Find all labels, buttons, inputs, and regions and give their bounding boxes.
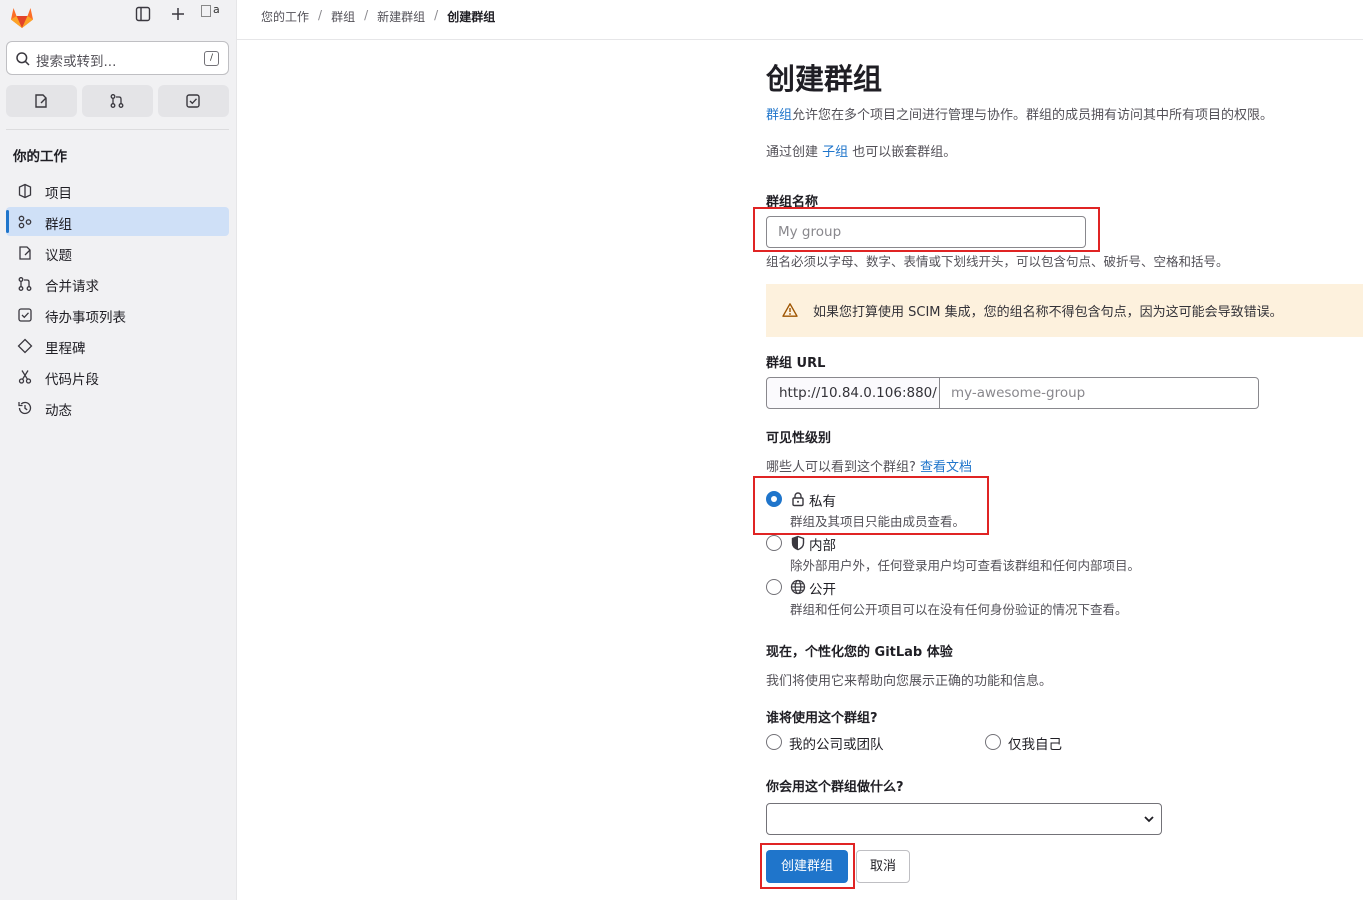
issues-icon	[35, 94, 47, 108]
visibility-public-label: 公开	[809, 582, 836, 598]
what-for-label: 你会用这个群组做什么?	[766, 780, 904, 795]
scim-warning-alert: 如果您打算使用 SCIM 集成，您的组名称不得包含句点，因为这可能会导致错误。	[766, 284, 1363, 337]
who-uses-label: 谁将使用这个群组?	[766, 711, 878, 726]
highlight-box-create-button	[760, 843, 855, 889]
breadcrumb-separator: /	[434, 8, 439, 22]
breadcrumb: 您的工作 / 群组 / 新建群组 / 创建群组	[261, 8, 495, 25]
sidebar-item-label: 项目	[45, 186, 72, 202]
avatar-alt-text: a	[213, 3, 220, 16]
search-button[interactable]: 搜索或转到... /	[6, 41, 229, 75]
groups-help-link[interactable]: 群组	[766, 108, 792, 123]
visibility-internal-help: 除外部用户外，任何登录用户均可查看该群组和任何内部项目。	[790, 558, 1141, 573]
visibility-public-help: 群组和任何公开项目可以在没有任何身份验证的情况下查看。	[790, 602, 1128, 617]
who-just-me-radio[interactable]	[985, 734, 1001, 750]
sidebar-item-label: 合并请求	[45, 279, 99, 295]
search-icon	[15, 51, 31, 67]
subgroup-text-post: 也可以嵌套群组。	[848, 145, 957, 160]
broken-image-icon	[201, 5, 211, 17]
chevron-down-icon	[1144, 816, 1154, 823]
group-path-placeholder: my-awesome-group	[951, 385, 1086, 401]
create-new-icon[interactable]	[170, 6, 190, 26]
breadcrumb-new-group[interactable]: 新建群组	[377, 8, 425, 25]
visibility-docs-link[interactable]: 查看文档	[920, 460, 972, 475]
sidebar-item-label: 议题	[45, 248, 72, 264]
sidebar-header: a	[0, 0, 237, 34]
group-url-prefix: http://10.84.0.106:880/	[766, 377, 940, 409]
project-icon	[18, 183, 32, 199]
personalize-title: 现在，个性化您的 GitLab 体验	[766, 645, 953, 660]
group-url-prefix-text: http://10.84.0.106:880/	[779, 385, 937, 401]
subgroup-description: 通过创建 子组 也可以嵌套群组。	[766, 141, 956, 160]
sidebar-item-activity[interactable]: 动态	[6, 393, 229, 422]
merge-request-icon	[110, 94, 124, 108]
sidebar-item-groups[interactable]: 群组	[6, 207, 229, 236]
shield-icon	[790, 535, 806, 551]
merge-requests-button[interactable]	[82, 85, 153, 117]
sidebar-section-title: 你的工作	[13, 149, 67, 165]
breadcrumb-your-work[interactable]: 您的工作	[261, 8, 309, 25]
sidebar: a 搜索或转到... / 你的工作 项目 群组 议题 合并请求 待办事项列表 里…	[0, 0, 237, 900]
highlight-box-group-name	[753, 207, 1100, 252]
sidebar-item-label: 里程碑	[45, 341, 86, 357]
sidebar-item-label: 待办事项列表	[45, 310, 126, 326]
personalize-description: 我们将使用它来帮助向您展示正确的功能和信息。	[766, 674, 1053, 689]
sidebar-item-issues[interactable]: 议题	[6, 238, 229, 267]
cancel-button[interactable]: 取消	[856, 850, 910, 883]
gitlab-logo-icon[interactable]	[8, 3, 36, 31]
subgroup-text-pre: 通过创建	[766, 145, 823, 160]
warning-icon	[782, 303, 798, 317]
sidebar-item-label: 代码片段	[45, 372, 99, 388]
sidebar-toggle-icon[interactable]	[135, 6, 155, 26]
breadcrumb-separator: /	[318, 8, 323, 22]
header-divider	[237, 39, 1363, 40]
page-title: 创建群组	[766, 62, 883, 96]
group-name-help: 组名必须以字母、数字、表情或下划线开头，可以包含句点、破折号、空格和括号。	[766, 254, 1229, 269]
visibility-internal-radio[interactable]	[766, 535, 782, 551]
page-description-text: 允许您在多个项目之间进行管理与协作。群组的成员拥有访问其中所有项目的权限。	[792, 108, 1274, 123]
milestone-icon	[17, 338, 33, 354]
scim-warning-text: 如果您打算使用 SCIM 集成，您的组名称不得包含句点，因为这可能会导致错误。	[813, 305, 1283, 320]
breadcrumb-separator: /	[364, 8, 369, 22]
group-path-input[interactable]: my-awesome-group	[939, 377, 1259, 409]
sidebar-item-label: 群组	[45, 217, 72, 233]
group-url-label: 群组 URL	[766, 356, 826, 371]
highlight-box-visibility	[753, 476, 989, 535]
sidebar-item-label: 动态	[45, 403, 72, 419]
earth-icon	[790, 579, 806, 595]
group-icon	[18, 215, 32, 229]
issues-icon	[19, 246, 31, 260]
sidebar-item-milestones[interactable]: 里程碑	[6, 331, 229, 360]
what-for-select[interactable]	[766, 803, 1162, 835]
history-icon	[18, 401, 32, 415]
breadcrumb-create-group[interactable]: 创建群组	[447, 8, 495, 25]
page-description: 群组允许您在多个项目之间进行管理与协作。群组的成员拥有访问其中所有项目的权限。	[766, 104, 1273, 123]
who-just-me-label: 仅我自己	[1008, 737, 1062, 753]
visibility-question-text: 哪些人可以看到这个群组?	[766, 460, 916, 475]
search-shortcut-key: /	[204, 51, 219, 66]
todo-icon	[186, 94, 200, 108]
visibility-public-radio[interactable]	[766, 579, 782, 595]
breadcrumb-groups[interactable]: 群组	[331, 8, 355, 25]
snippet-icon	[18, 370, 32, 384]
subgroup-help-link[interactable]: 子组	[822, 145, 848, 160]
assigned-issues-button[interactable]	[6, 85, 77, 117]
sidebar-item-snippets[interactable]: 代码片段	[6, 362, 229, 391]
user-avatar[interactable]: a	[200, 3, 226, 25]
search-placeholder: 搜索或转到...	[36, 54, 117, 70]
sidebar-item-merge-requests[interactable]: 合并请求	[6, 269, 229, 298]
sidebar-item-todos[interactable]: 待办事项列表	[6, 300, 229, 329]
merge-request-icon	[18, 277, 32, 291]
who-company-radio[interactable]	[766, 734, 782, 750]
todos-button[interactable]	[158, 85, 229, 117]
todo-icon	[18, 308, 32, 322]
visibility-question: 哪些人可以看到这个群组? 查看文档	[766, 456, 972, 475]
sidebar-item-projects[interactable]: 项目	[6, 176, 229, 205]
visibility-level-label: 可见性级别	[766, 431, 832, 446]
who-company-label: 我的公司或团队	[789, 737, 884, 753]
visibility-internal-label: 内部	[809, 538, 836, 554]
sidebar-divider	[6, 129, 229, 130]
